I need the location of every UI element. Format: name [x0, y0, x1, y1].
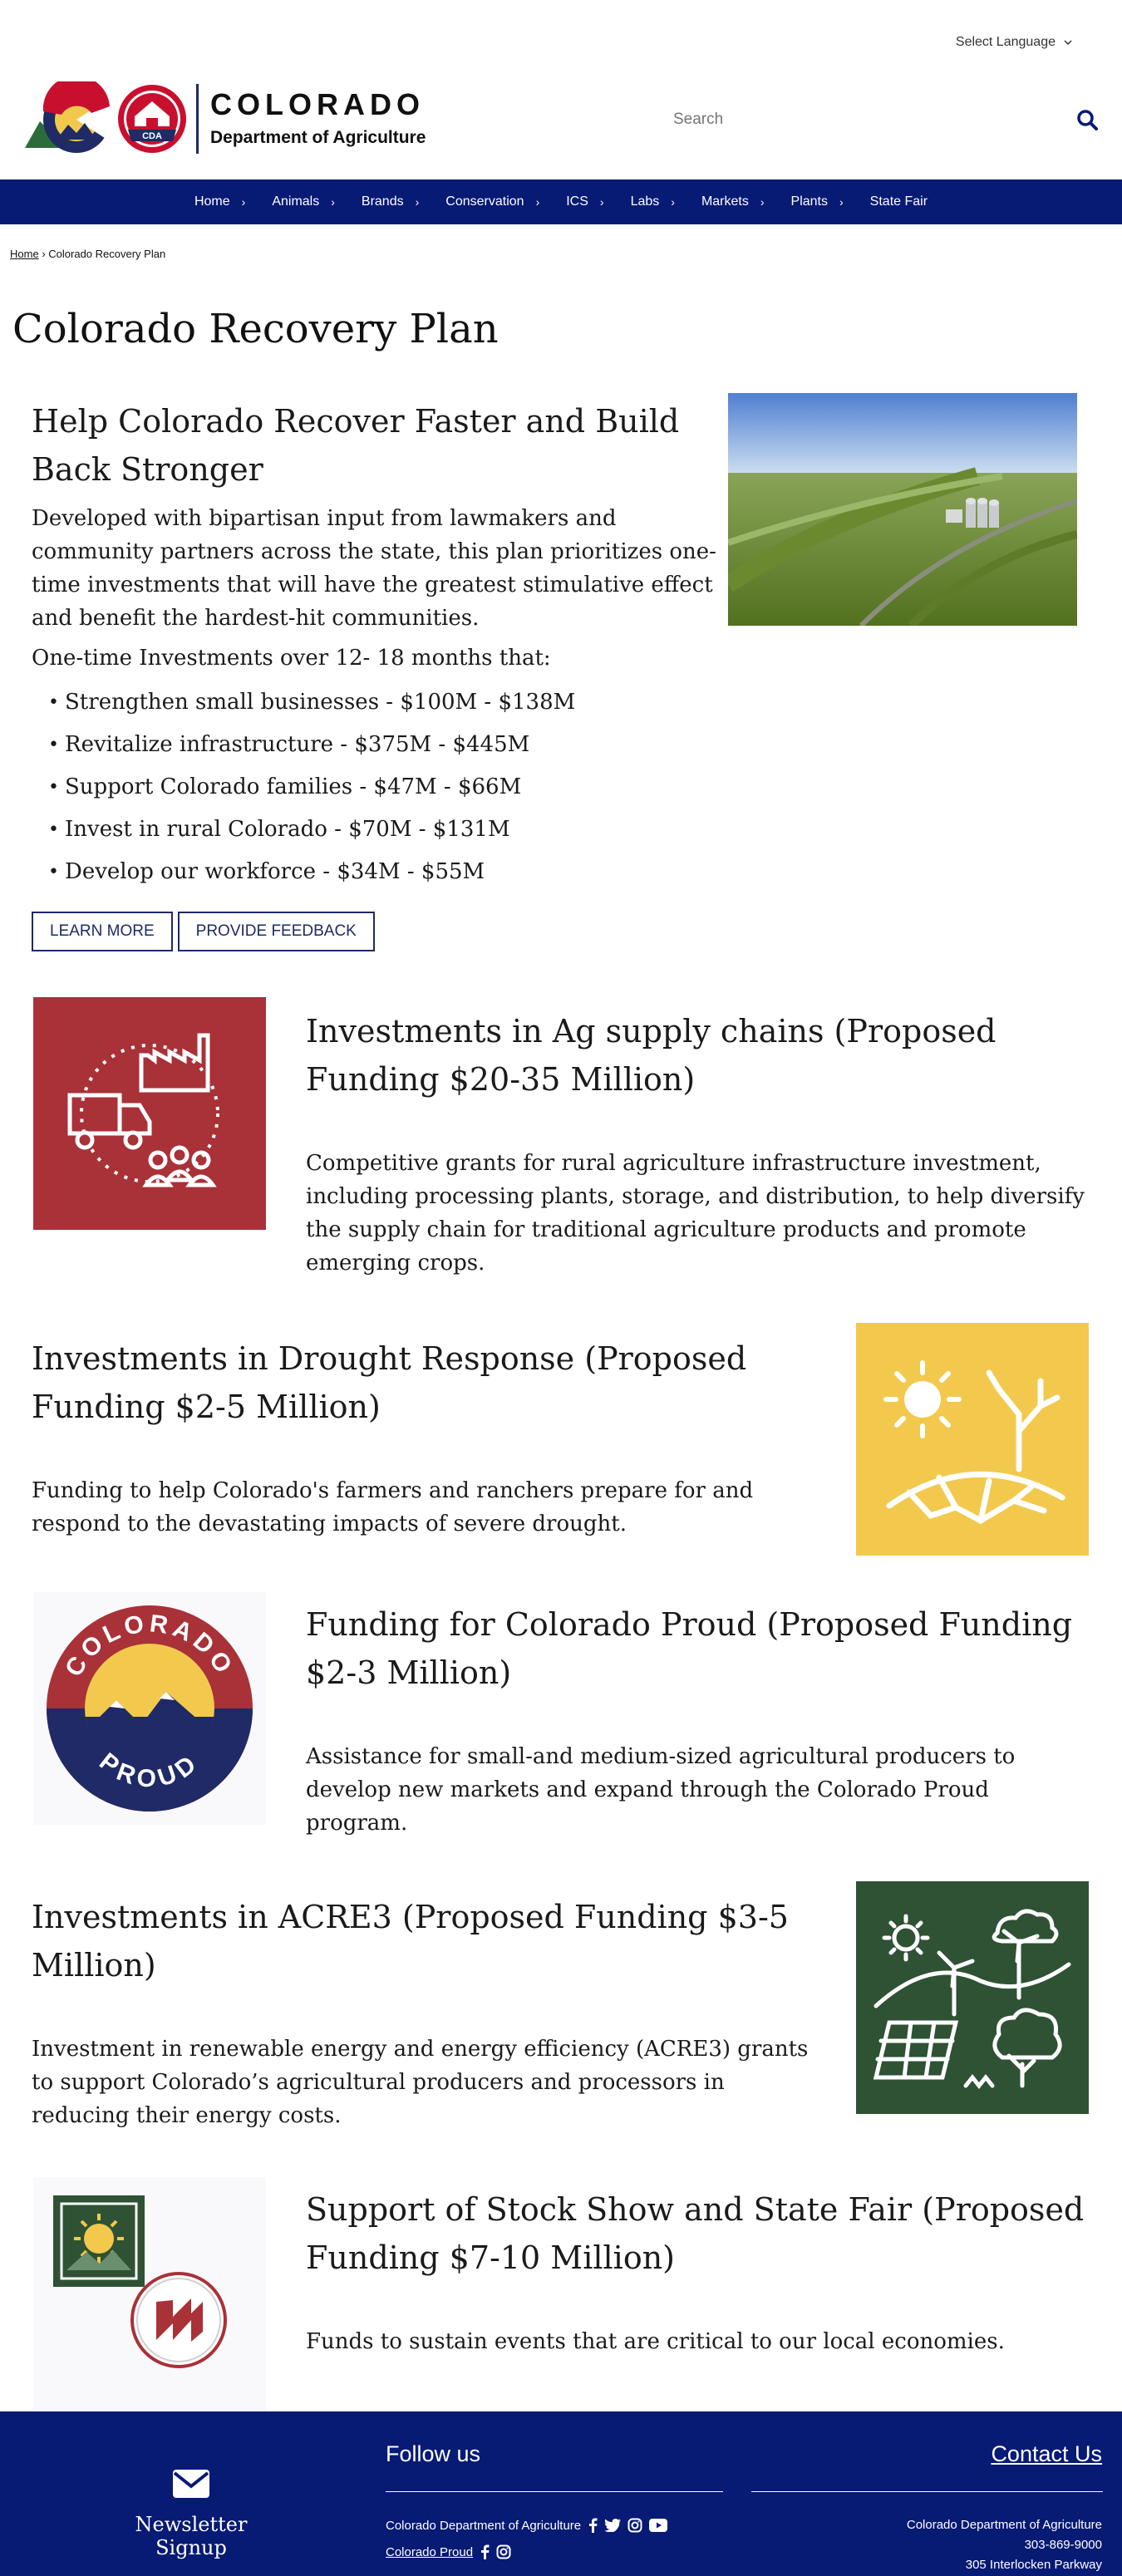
hero-subheading: One-time Investments over 12- 18 months … — [32, 646, 551, 671]
logo-divider — [196, 84, 199, 154]
nav-item-ics[interactable]: ICS › — [553, 194, 617, 209]
search-input[interactable] — [665, 111, 1069, 129]
hero-section: Help Colorado Recover Faster and Build B… — [32, 397, 721, 951]
social-row-proud: Colorado Proud — [386, 2544, 511, 2559]
list-item: Revitalize infrastructure - $375M - $445… — [32, 724, 721, 766]
newsletter-label: Newsletter Signup — [135, 2513, 248, 2559]
list-item: Support Colorado families - $47M - $66M — [32, 766, 721, 809]
search-bar — [665, 101, 1105, 138]
instagram-icon[interactable] — [496, 2544, 511, 2559]
chevron-right-icon: › — [415, 195, 420, 209]
language-label: Select Language — [955, 35, 1056, 49]
section-heading: Investments in Drought Response (Propose… — [32, 1340, 747, 1425]
divider — [386, 2491, 723, 2492]
stock-show-state-fair-logos — [33, 2177, 266, 2410]
hero-body: Developed with bipartisan input from law… — [32, 506, 716, 631]
list-item: Invest in rural Colorado - $70M - $131M — [32, 809, 721, 851]
nav-item-state-fair[interactable]: State Fair — [857, 194, 941, 209]
facebook-icon[interactable] — [480, 2544, 490, 2559]
list-item: Develop our workforce - $34M - $55M — [32, 851, 721, 893]
section-body: Assistance for small-and medium-sized ag… — [306, 1744, 1016, 1836]
chevron-right-icon: › — [599, 195, 604, 209]
supply-chain-icon — [33, 997, 266, 1230]
drought-icon — [856, 1323, 1089, 1556]
logo-subtitle: Department of Agriculture — [210, 128, 426, 147]
hero-heading: Help Colorado Recover Faster and Build B… — [32, 403, 680, 488]
chevron-right-icon: › — [241, 195, 246, 209]
investment-list: Strengthen small businesses - $100M - $1… — [32, 681, 721, 893]
chevron-right-icon: › — [331, 195, 335, 209]
section-acre3: Investments in ACRE3 (Proposed Funding $… — [32, 1893, 813, 2132]
learn-more-button[interactable]: LEARN MORE — [32, 912, 173, 951]
section-body: Investment in renewable energy and energ… — [32, 2037, 809, 2128]
section-drought: Investments in Drought Response (Propose… — [32, 1335, 763, 1541]
section-body: Competitive grants for rural agriculture… — [306, 1151, 1085, 1276]
nav-item-animals[interactable]: Animals › — [258, 194, 348, 209]
site-logo[interactable]: CDA COLORADO Department of Agriculture — [25, 81, 426, 156]
logo-title: COLORADO — [210, 87, 425, 121]
renewable-energy-icon — [856, 1881, 1089, 2114]
search-button[interactable] — [1069, 101, 1105, 138]
chevron-down-icon — [1064, 35, 1072, 50]
social-row-cda: Colorado Department of Agriculture — [386, 2518, 668, 2533]
svg-text:CDA: CDA — [142, 131, 162, 141]
breadcrumb-separator: › — [42, 248, 46, 260]
contact-us-link[interactable]: Contact Us — [991, 2441, 1102, 2467]
nav-item-markets[interactable]: Markets › — [688, 194, 778, 209]
street-address: 305 Interlocken Parkway — [965, 2558, 1102, 2572]
address-org: Colorado Department of Agriculture — [906, 2518, 1102, 2532]
section-heading: Funding for Colorado Proud (Proposed Fun… — [306, 1606, 1073, 1691]
site-footer: Newsletter Signup Follow us Contact Us C… — [0, 2411, 1122, 2576]
section-heading: Support of Stock Show and State Fair (Pr… — [306, 2191, 1085, 2276]
breadcrumb-home-link[interactable]: Home — [10, 248, 39, 260]
nav-item-conservation[interactable]: Conservation › — [432, 194, 553, 209]
newsletter-signup[interactable]: Newsletter Signup — [104, 2470, 278, 2559]
chevron-right-icon: › — [760, 195, 765, 209]
search-icon — [1077, 110, 1098, 130]
follow-us-heading: Follow us — [386, 2441, 481, 2466]
org-name[interactable]: Colorado Proud — [386, 2545, 473, 2559]
twitter-icon[interactable] — [604, 2519, 622, 2532]
colorado-c-logo-icon — [25, 81, 110, 153]
section-body: Funds to sustain events that are critica… — [306, 2329, 1005, 2354]
chevron-right-icon: › — [839, 195, 844, 209]
cda-badge-icon: CDA — [118, 85, 186, 153]
language-selector[interactable]: Select Language — [956, 35, 1072, 50]
section-stock-show: Support of Stock Show and State Fair (Pr… — [306, 2185, 1091, 2358]
section-supply-chains: Investments in Ag supply chains (Propose… — [306, 1007, 1091, 1280]
phone-number[interactable]: 303-869-9000 — [1025, 2538, 1102, 2552]
nav-item-home[interactable]: Home › — [181, 194, 258, 209]
instagram-icon[interactable] — [627, 2518, 642, 2533]
org-name: Colorado Department of Agriculture — [386, 2518, 582, 2533]
nav-item-plants[interactable]: Plants › — [778, 194, 857, 209]
main-nav: Home › Animals › Brands › Conservation › ICS… — [0, 179, 1122, 224]
chevron-right-icon: › — [671, 195, 675, 209]
section-heading: Investments in Ag supply chains (Propose… — [306, 1013, 997, 1098]
page-title: Colorado Recovery Plan — [12, 306, 499, 352]
colorado-proud-logo: COLORADO PROUD — [33, 1592, 266, 1825]
section-body: Funding to help Colorado's farmers and r… — [32, 1478, 754, 1536]
facebook-icon[interactable] — [588, 2518, 598, 2533]
chevron-right-icon: › — [535, 195, 540, 209]
nav-item-brands[interactable]: Brands › — [348, 194, 432, 209]
breadcrumb: Home › Colorado Recovery Plan — [10, 248, 165, 260]
youtube-icon[interactable] — [649, 2519, 668, 2532]
list-item: Strengthen small businesses - $100M - $1… — [32, 681, 721, 724]
provide-feedback-button[interactable]: PROVIDE FEEDBACK — [177, 912, 375, 951]
farm-aerial-photo — [728, 393, 1077, 626]
divider — [751, 2491, 1103, 2492]
section-colorado-proud: Funding for Colorado Proud (Proposed Fun… — [306, 1600, 1091, 1840]
section-heading: Investments in ACRE3 (Proposed Funding $… — [32, 1899, 789, 1984]
nav-item-labs[interactable]: Labs › — [618, 194, 688, 209]
breadcrumb-current: Colorado Recovery Plan — [48, 248, 166, 260]
envelope-icon — [173, 2470, 209, 2498]
